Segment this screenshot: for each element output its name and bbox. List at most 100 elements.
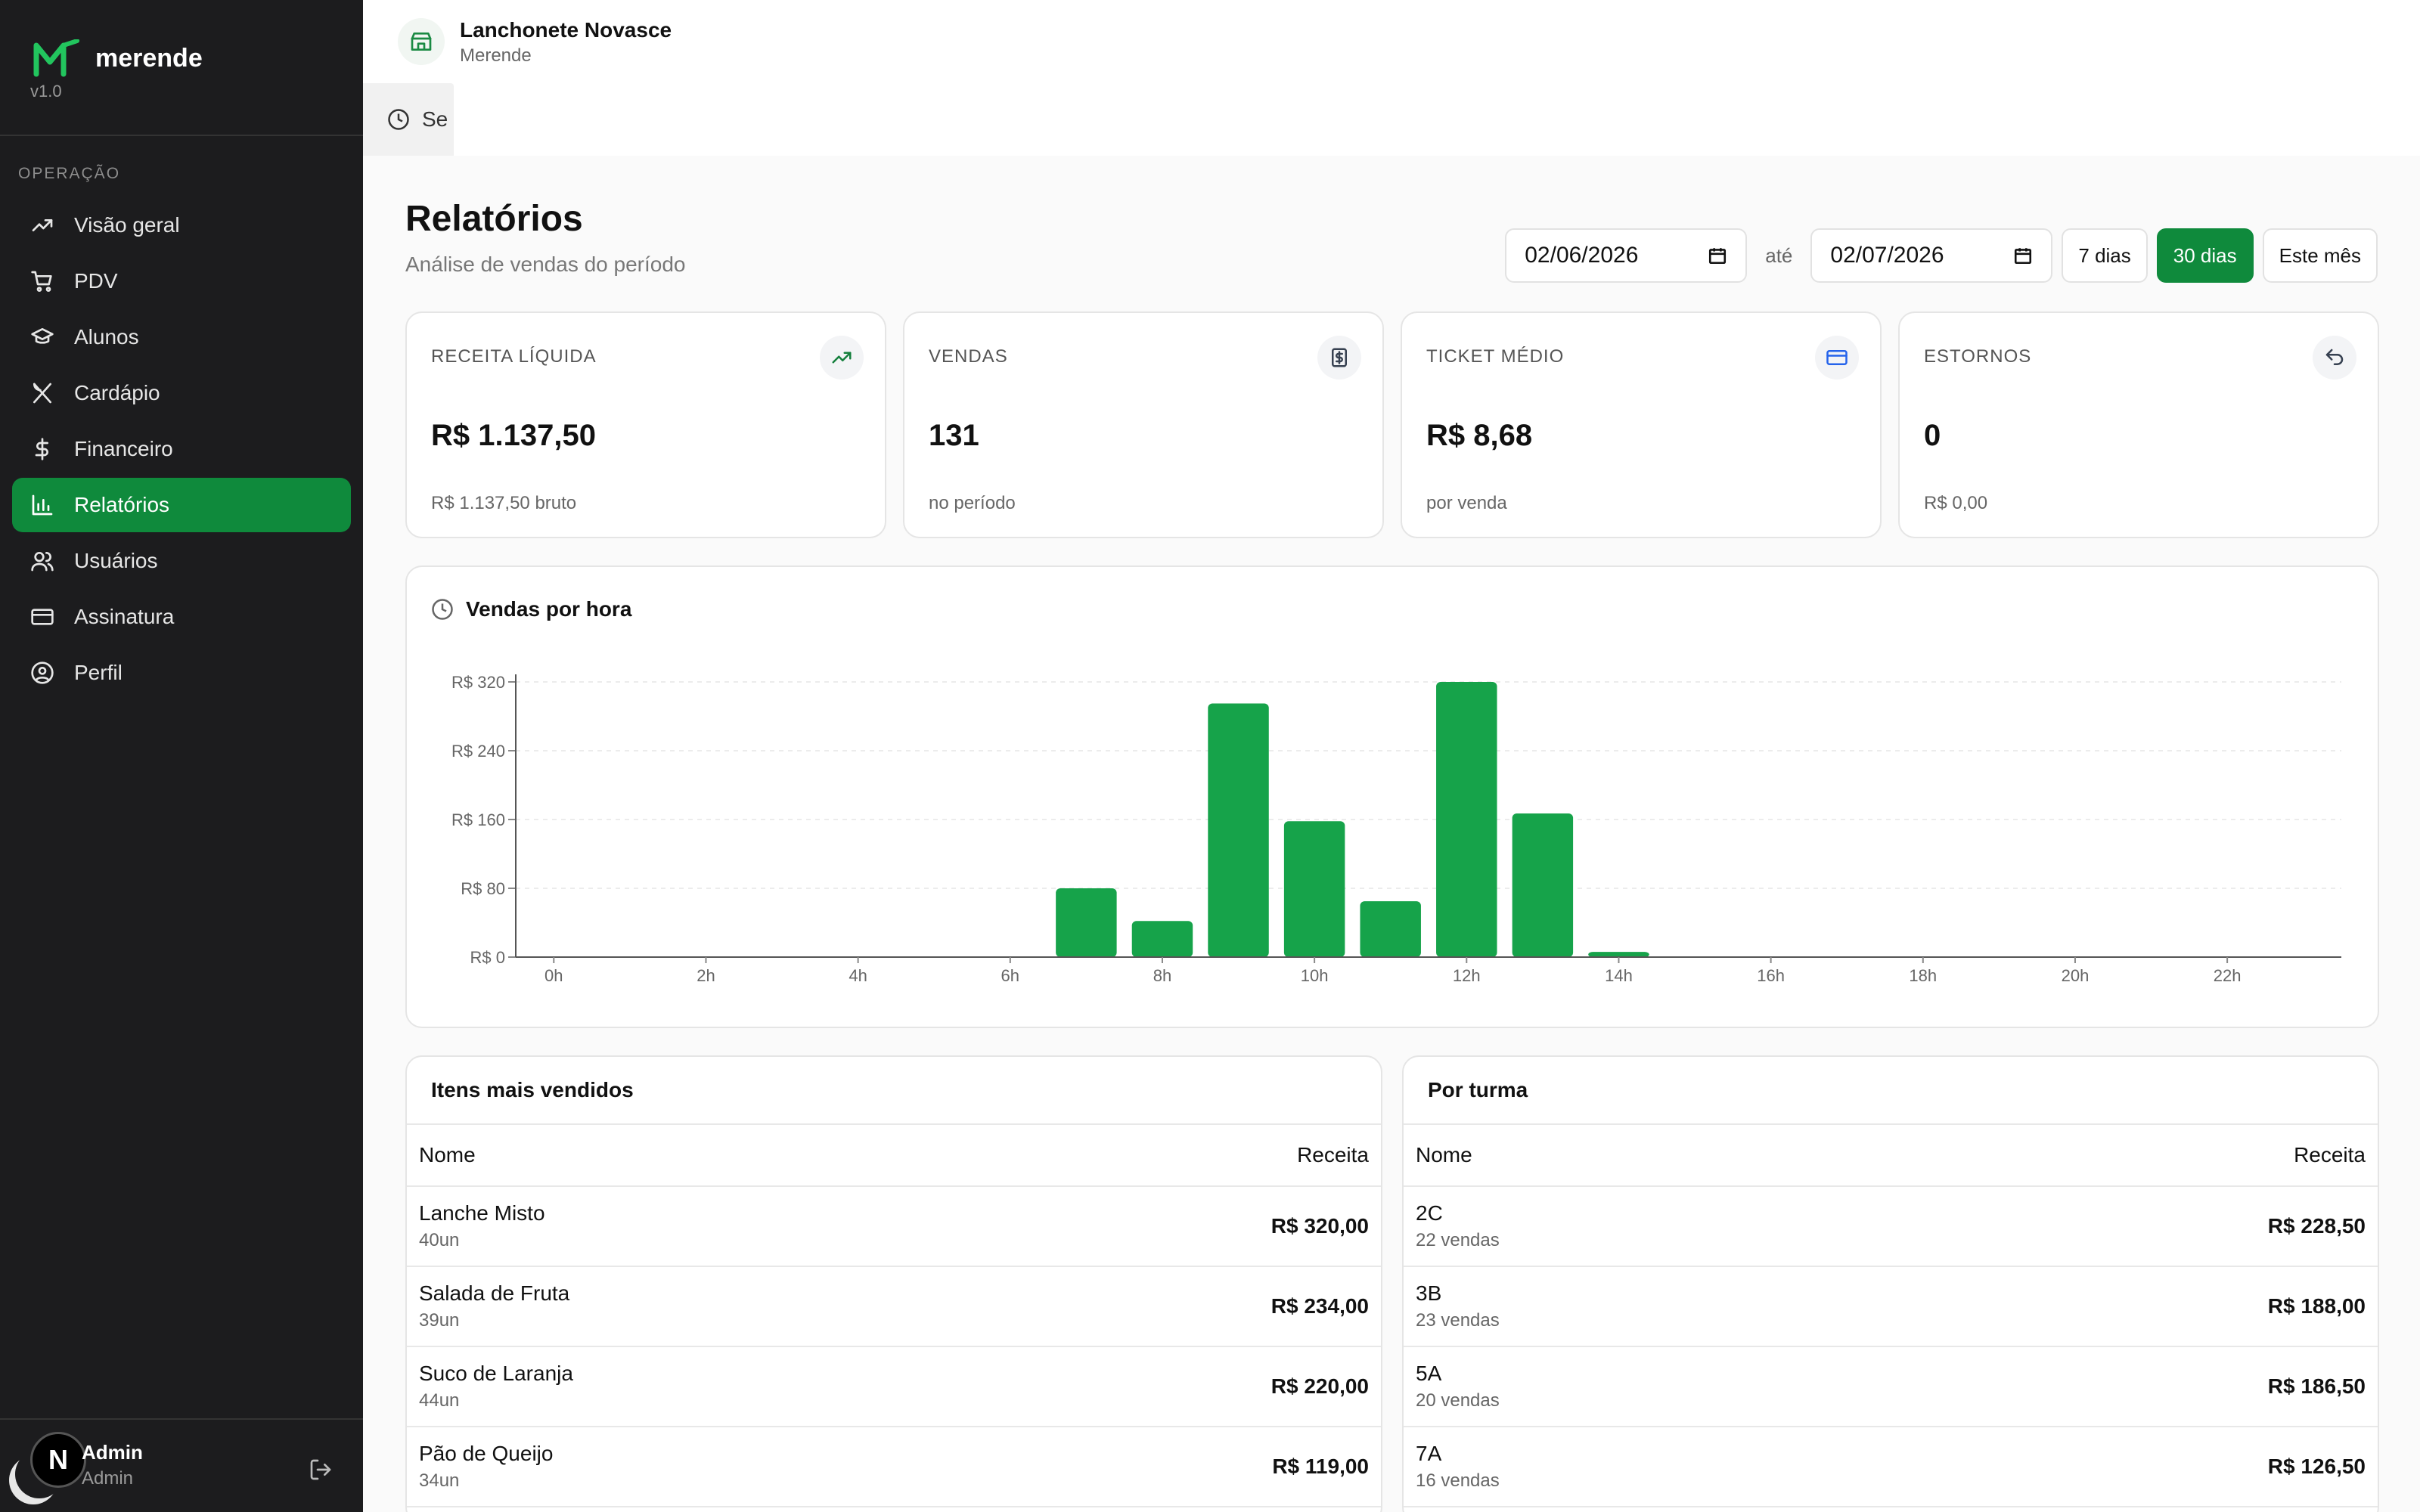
- kpi-value: 0: [1924, 419, 1941, 452]
- row-sub: 39un: [419, 1310, 460, 1331]
- kpi-net-revenue: RECEITA LÍQUIDA R$ 1.137,50 R$ 1.137,50 …: [405, 311, 886, 538]
- row-name: Lanche Misto: [419, 1201, 545, 1225]
- sidebar-item-usuarios[interactable]: Usuários: [12, 534, 351, 588]
- kpi-average-ticket: TICKET MÉDIO R$ 8,68 por venda: [1401, 311, 1882, 538]
- avatar[interactable]: N: [30, 1432, 86, 1488]
- y-tick-label: R$ 160: [451, 810, 505, 829]
- sales-by-hour-card: R$ 0 R$ 80 R$ 160 R$ 240 R$ 320 0h 2h 4h 6h 8h 10h…: [405, 565, 2379, 1028]
- x-tick-label: 14h: [1605, 966, 1633, 985]
- x-tick-label: 22h: [2214, 966, 2242, 985]
- sidebar-item-label: Usuários: [74, 549, 158, 572]
- preset-30-days-button[interactable]: 30 dias: [2156, 228, 2254, 283]
- x-tick-label: 8h: [1153, 966, 1171, 985]
- date-to-input[interactable]: 02/07/2026: [1810, 228, 2053, 283]
- kpi-value: R$ 8,68: [1426, 419, 1533, 452]
- table-title: Por turma: [1404, 1057, 2378, 1125]
- kpi-label: ESTORNOS: [1924, 346, 2032, 367]
- topbar: Lanchonete Novasce Merende Se: [363, 0, 2420, 156]
- page-title: Relatórios: [405, 199, 583, 239]
- credit-card-icon: [30, 605, 54, 629]
- merende-logo-icon: [33, 39, 79, 77]
- top-items-card: Itens mais vendidos Nome Receita Lanche …: [405, 1055, 1382, 1512]
- sidebar-item-label: Relatórios: [74, 493, 170, 516]
- sidebar: merende v1.0 OPERAÇÃO Visão geral PDV Al…: [0, 0, 363, 1512]
- logout-icon[interactable]: [309, 1458, 333, 1482]
- brand-version: v1.0: [30, 82, 62, 101]
- sidebar-item-alunos[interactable]: Alunos: [12, 310, 351, 364]
- kpi-foot: R$ 1.137,50 bruto: [431, 493, 577, 513]
- sidebar-nav: Visão geral PDV Alunos Cardápio Financei…: [12, 198, 351, 702]
- row-name: Pão de Queijo: [419, 1442, 554, 1465]
- kpi-label: TICKET MÉDIO: [1426, 346, 1565, 367]
- kpi-label: RECEITA LÍQUIDA: [431, 346, 597, 367]
- date-from-value: 02/06/2026: [1525, 243, 1639, 268]
- row-name: 3B: [1416, 1281, 1442, 1305]
- kpi-value: 131: [929, 419, 979, 452]
- column-revenue-header[interactable]: Receita: [1297, 1143, 1369, 1167]
- users-icon: [30, 549, 54, 573]
- bar-10h: [1283, 821, 1345, 957]
- dollar-icon: [30, 437, 54, 461]
- table-row[interactable]: Lanche Misto 40un R$ 320,00: [407, 1187, 1381, 1267]
- row-sub: 16 vendas: [1416, 1470, 1500, 1491]
- row-name: 5A: [1416, 1362, 1442, 1385]
- table-header: Nome Receita: [407, 1125, 1381, 1187]
- row-name: 7A: [1416, 1442, 1442, 1465]
- table-row[interactable]: 2C 22 vendas R$ 228,50: [1404, 1187, 2378, 1267]
- table-row[interactable]: 5A 20 vendas R$ 186,50: [1404, 1347, 2378, 1427]
- session-tab[interactable]: Se: [363, 83, 454, 156]
- row-sub: 22 vendas: [1416, 1230, 1500, 1250]
- sidebar-item-label: Alunos: [74, 325, 139, 349]
- by-class-card: Por turma Nome Receita 2C 22 vendas R$ 22…: [1402, 1055, 2379, 1512]
- sidebar-item-cardapio[interactable]: Cardápio: [12, 366, 351, 420]
- column-name-header[interactable]: Nome: [419, 1143, 476, 1167]
- sidebar-item-financeiro[interactable]: Financeiro: [12, 422, 351, 476]
- receipt-icon: [1317, 336, 1361, 380]
- sidebar-item-relatorios[interactable]: Relatórios: [12, 478, 351, 532]
- table-row[interactable]: 7A 16 vendas R$ 126,50: [1404, 1427, 2378, 1507]
- table-row[interactable]: Salada de Fruta 39un R$ 234,00: [407, 1267, 1381, 1347]
- bar-8h: [1131, 921, 1193, 957]
- column-name-header[interactable]: Nome: [1416, 1143, 1472, 1167]
- kpi-cards: RECEITA LÍQUIDA R$ 1.137,50 R$ 1.137,50 …: [405, 311, 2379, 538]
- store-subtitle: Merende: [460, 45, 532, 66]
- row-amount: R$ 126,50: [2267, 1455, 2366, 1478]
- kpi-value: R$ 1.137,50: [431, 419, 596, 452]
- sidebar-item-pdv[interactable]: PDV: [12, 254, 351, 308]
- sidebar-item-label: Visão geral: [74, 213, 180, 237]
- row-name: Salada de Fruta: [419, 1281, 570, 1305]
- kpi-foot: no período: [929, 493, 1016, 513]
- row-sub: 40un: [419, 1230, 460, 1250]
- table-row[interactable]: Pão de Queijo 34un R$ 119,00: [407, 1427, 1381, 1507]
- y-tick-label: R$ 80: [461, 879, 505, 898]
- row-name: Suco de Laranja: [419, 1362, 573, 1385]
- sidebar-item-assinatura[interactable]: Assinatura: [12, 590, 351, 644]
- calendar-icon[interactable]: [2013, 246, 2033, 265]
- bar-13h: [1512, 813, 1574, 957]
- preset-7-days-button[interactable]: 7 dias: [2062, 228, 2148, 283]
- x-tick-label: 2h: [697, 966, 715, 985]
- row-sub: 20 vendas: [1416, 1390, 1500, 1411]
- kpi-label: VENDAS: [929, 346, 1008, 367]
- trending-up-icon: [30, 213, 54, 237]
- main-content: Relatórios Análise de vendas do período …: [363, 156, 2420, 1512]
- x-tick-label: 18h: [1909, 966, 1937, 985]
- x-tick-label: 20h: [2062, 966, 2090, 985]
- bar-14h: [1588, 952, 1649, 957]
- table-row[interactable]: Suco de Laranja 44un R$ 220,00: [407, 1347, 1381, 1427]
- sidebar-item-perfil[interactable]: Perfil: [12, 646, 351, 700]
- table-row[interactable]: 3B 23 vendas R$ 188,00: [1404, 1267, 2378, 1347]
- utensils-icon: [30, 381, 54, 405]
- preset-this-month-button[interactable]: Este mês: [2262, 228, 2378, 283]
- clock-icon: [432, 599, 453, 620]
- bar-chart-icon: [30, 493, 54, 517]
- y-tick-label: R$ 240: [451, 742, 505, 761]
- trending-up-icon: [820, 336, 864, 380]
- column-revenue-header[interactable]: Receita: [2294, 1143, 2366, 1167]
- x-tick-label: 6h: [1001, 966, 1019, 985]
- calendar-icon[interactable]: [1708, 246, 1727, 265]
- table-title: Itens mais vendidos: [407, 1057, 1381, 1125]
- date-from-input[interactable]: 02/06/2026: [1505, 228, 1748, 283]
- sidebar-item-visao-geral[interactable]: Visão geral: [12, 198, 351, 253]
- undo-icon: [2313, 336, 2356, 380]
